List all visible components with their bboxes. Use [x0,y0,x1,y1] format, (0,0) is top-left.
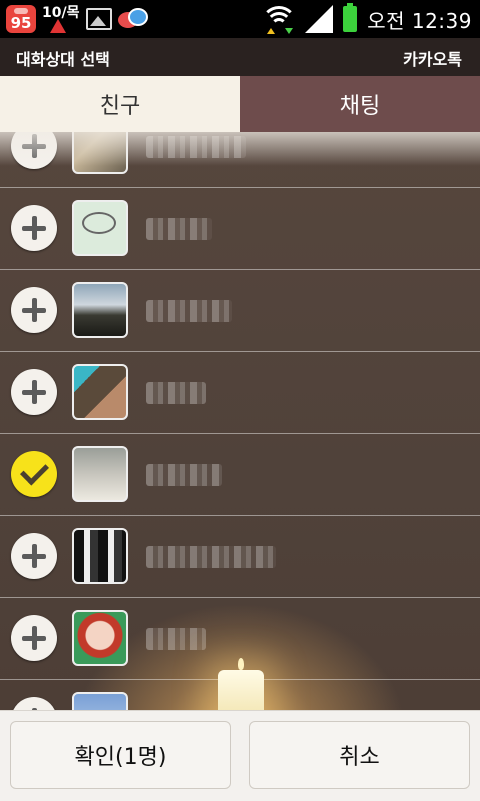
contact-list[interactable] [0,132,480,710]
avatar [72,200,128,256]
contact-name-redacted [146,136,246,158]
tab-chats[interactable]: 채팅 [240,76,480,132]
wifi-icon [263,4,296,34]
list-item[interactable] [0,352,480,434]
notification-icons: 95 10/목 [6,3,148,35]
signal-icon [305,5,334,33]
add-contact-button[interactable] [11,205,57,251]
list-item[interactable] [0,434,480,516]
add-contact-button[interactable] [11,287,57,333]
gallery-icon [86,8,112,30]
battery-icon [343,3,358,32]
avatar [72,692,128,710]
avatar [72,446,128,502]
list-item[interactable] [0,516,480,598]
tab-friends[interactable]: 친구 [0,76,240,132]
contact-name-redacted [146,382,206,404]
badge-count: 95 [10,14,32,32]
plus-icon [22,544,46,568]
avatar [72,364,128,420]
plus-icon [22,380,46,404]
add-contact-button[interactable] [11,697,57,710]
plus-icon [22,298,46,322]
plus-icon [22,626,46,650]
contact-name-redacted [146,464,222,486]
plus-icon [22,216,46,240]
title-bar: 대화상대 선택 카카오톡 [0,38,480,76]
avatar [72,528,128,584]
page-title: 대화상대 선택 [16,50,110,69]
add-contact-button[interactable] [11,533,57,579]
clock: 오전 12:39 [367,8,472,33]
confirm-button[interactable]: 확인(1명) [10,721,231,789]
list-item[interactable] [0,270,480,352]
add-contact-button[interactable] [11,132,57,169]
avatar [72,282,128,338]
cancel-button[interactable]: 취소 [249,721,470,789]
avatar [72,610,128,666]
contact-name-redacted [146,300,232,322]
system-icons: 오전 12:39 [263,0,472,38]
checkmark-icon [19,456,49,486]
candle-background-image [218,658,264,710]
avatar [72,132,128,174]
contact-name-redacted [146,546,276,568]
kakaotalk-icon [118,6,148,32]
tab-bar: 친구 채팅 [0,76,480,132]
plus-icon [22,134,46,158]
contact-name-redacted [146,218,212,240]
app-name: 카카오톡 [403,50,462,69]
contact-name-redacted [146,628,206,650]
notification-badge-icon: 95 [6,5,36,33]
list-item[interactable] [0,132,480,188]
add-contact-button[interactable] [11,615,57,661]
list-item[interactable] [0,188,480,270]
status-bar: 95 10/목 오전 12:39 [0,0,480,38]
selected-contact-button[interactable] [11,451,57,497]
calendar-icon: 10/목 [42,3,80,35]
add-contact-button[interactable] [11,369,57,415]
calendar-triangle-icon [50,19,66,33]
bottom-action-bar: 확인(1명) 취소 [0,710,480,801]
